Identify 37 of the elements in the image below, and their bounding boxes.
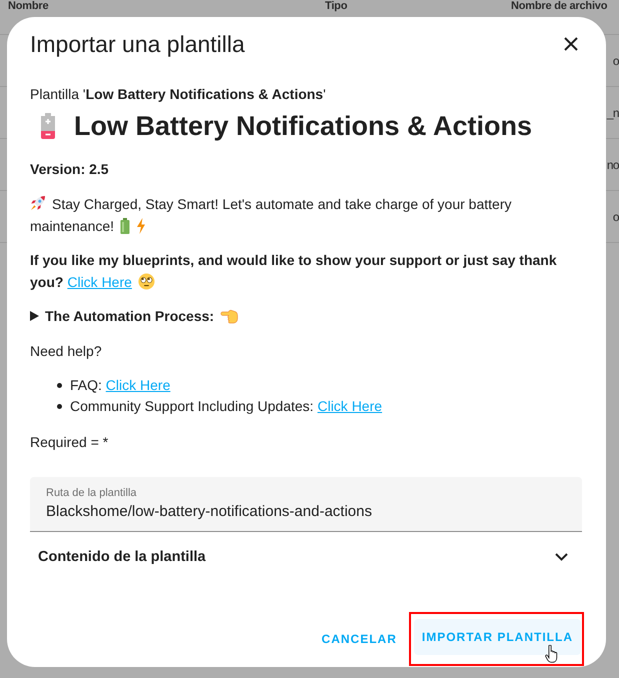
click-here-link[interactable]: Click Here xyxy=(106,377,170,393)
template-path-field[interactable]: Ruta de la plantilla Blackshome/low-battery-notifications-and-actions xyxy=(30,477,582,532)
automation-process-toggle[interactable]: The Automation Process: xyxy=(30,305,238,327)
table-cell: o xyxy=(612,210,619,224)
template-heading: Low Battery Notifications & Actions xyxy=(74,110,532,143)
field-value: Blackshome/low-battery-notifications-and-actions xyxy=(46,502,372,522)
help-heading: Need help? xyxy=(30,342,103,361)
table-cell: o xyxy=(612,54,619,68)
battery-icon xyxy=(120,218,130,234)
field-label: Ruta de la plantilla xyxy=(46,486,137,500)
column-header: Nombre xyxy=(7,0,48,12)
column-header: Nombre de archivo xyxy=(510,0,608,12)
required-note: Required = * xyxy=(30,433,110,452)
table-cell: no xyxy=(606,158,619,172)
expansion-panel-header[interactable]: Contenido de la plantilla xyxy=(30,532,582,582)
bullet-icon xyxy=(57,383,62,388)
hand-pointer-icon xyxy=(545,645,558,663)
support-text: If you like my blueprints, and would like to show your support or just say thank you? Click Here xyxy=(30,251,558,292)
battery-icon xyxy=(39,113,57,139)
dialog-title: Importar una plantilla xyxy=(30,30,245,58)
close-icon xyxy=(564,37,578,51)
template-subtitle: Plantilla 'Low Battery Notifications & Actions' xyxy=(30,85,327,104)
bullet-icon xyxy=(57,404,62,409)
column-header: Tipo xyxy=(324,0,348,12)
version-text: Version: 2.5 xyxy=(30,160,110,179)
help-list-item: FAQ: Click Here xyxy=(70,376,170,395)
table-cell: _n xyxy=(606,106,619,120)
face-icon xyxy=(138,273,155,290)
click-here-link[interactable]: Click Here xyxy=(317,398,382,414)
pointing-hand-icon xyxy=(220,308,238,324)
click-here-link[interactable]: Click Here xyxy=(67,274,132,290)
description-text: Stay Charged, Stay Smart! Let's automate and take charge of your battery maintenance! xyxy=(30,194,512,236)
import-button[interactable]: IMPORTAR PLANTILLA xyxy=(414,619,581,655)
help-list-item: Community Support Including Updates: Click Here xyxy=(70,397,382,416)
rocket-icon xyxy=(30,195,46,211)
lightning-icon xyxy=(136,218,146,234)
cancel-button[interactable]: CANCELAR xyxy=(314,621,405,657)
